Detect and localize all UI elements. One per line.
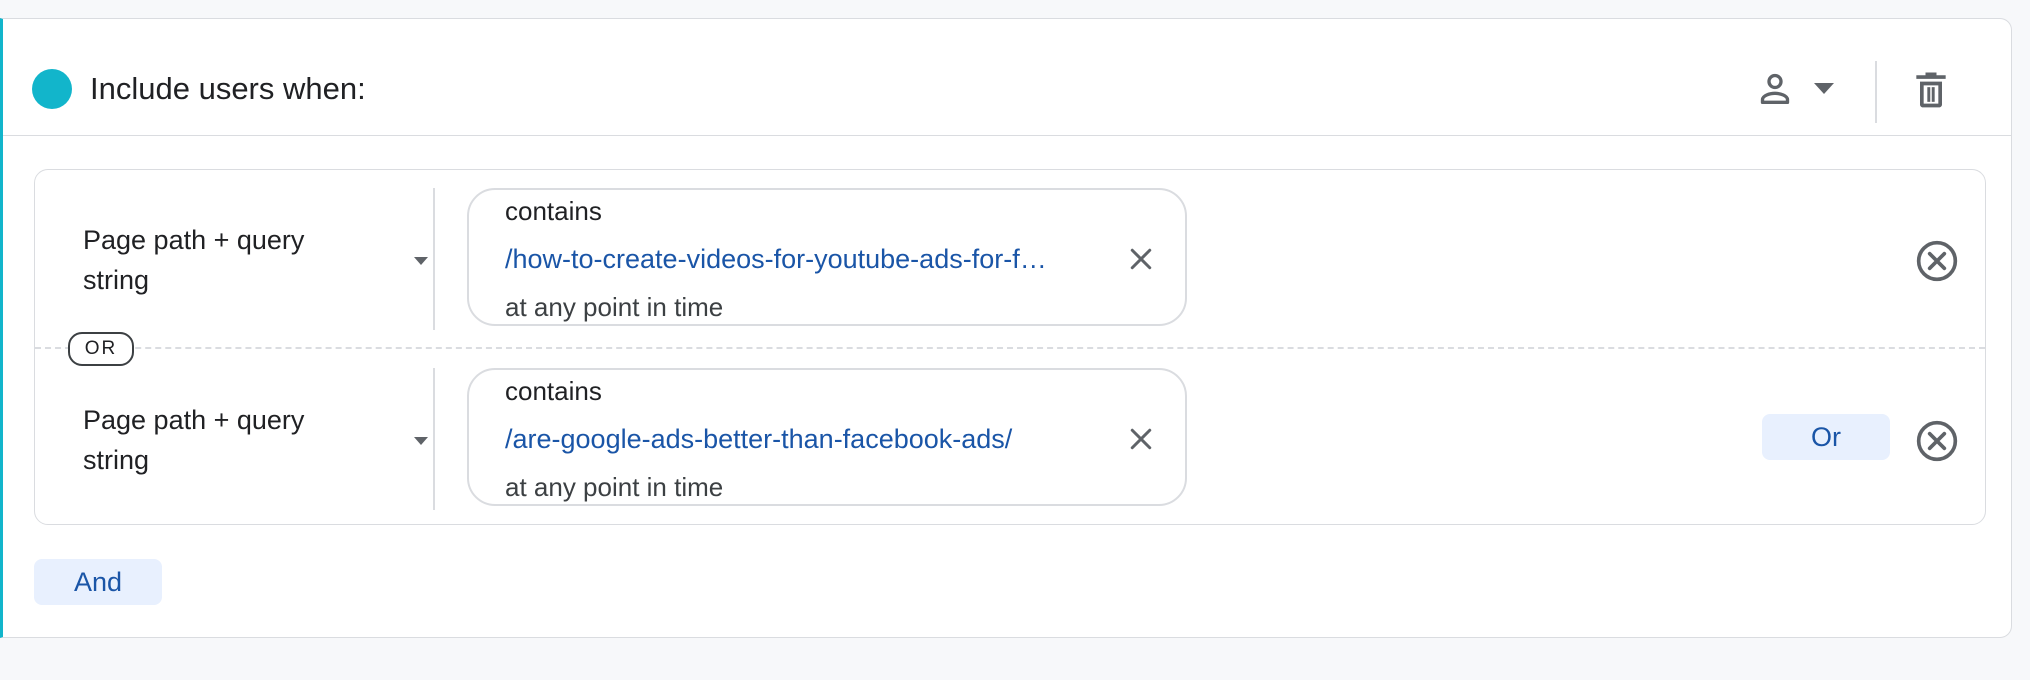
remove-condition-icon[interactable] <box>1915 419 1959 463</box>
trash-icon[interactable] <box>1909 67 1953 111</box>
add-and-condition-button[interactable]: And <box>34 559 162 605</box>
or-separator-line <box>35 347 1985 349</box>
condition-value: /how-to-create-videos-for-youtube-ads-fo… <box>505 244 1047 274</box>
person-icon <box>1760 73 1790 105</box>
scope-selector-button[interactable] <box>1755 65 1845 113</box>
condition-operator: contains <box>505 376 602 406</box>
include-users-card: Include users when: Page path + query st… <box>0 18 2012 638</box>
condition-row: Page path + query string contains /are-g… <box>35 350 1985 528</box>
caret-down-icon <box>1814 83 1834 94</box>
close-icon[interactable] <box>1126 244 1156 274</box>
include-users-title: Include users when: <box>90 71 366 106</box>
caret-down-icon <box>414 257 428 265</box>
column-divider <box>433 368 435 510</box>
column-divider <box>433 188 435 330</box>
dimension-select[interactable]: Page path + query string <box>83 400 428 480</box>
condition-group: Page path + query string contains /how-t… <box>34 169 1986 525</box>
card-header: Include users when: <box>3 19 2011 136</box>
condition-row: Page path + query string contains /how-t… <box>35 170 1985 348</box>
condition-color-dot <box>32 69 72 109</box>
condition-time-scope: at any point in time <box>505 472 724 502</box>
condition-chip[interactable]: contains /are-google-ads-better-than-fac… <box>467 368 1187 506</box>
dimension-label: Page path + query string <box>83 225 305 295</box>
add-or-condition-button[interactable]: Or <box>1762 414 1890 460</box>
dimension-select[interactable]: Page path + query string <box>83 220 428 300</box>
header-divider <box>1875 61 1877 123</box>
remove-condition-icon[interactable] <box>1915 239 1959 283</box>
condition-value: /are-google-ads-better-than-facebook-ads… <box>505 424 1013 454</box>
caret-down-icon <box>414 437 428 445</box>
close-icon[interactable] <box>1126 424 1156 454</box>
condition-chip[interactable]: contains /how-to-create-videos-for-youtu… <box>467 188 1187 326</box>
condition-operator: contains <box>505 196 602 226</box>
dimension-label: Page path + query string <box>83 405 305 475</box>
condition-time-scope: at any point in time <box>505 292 724 322</box>
